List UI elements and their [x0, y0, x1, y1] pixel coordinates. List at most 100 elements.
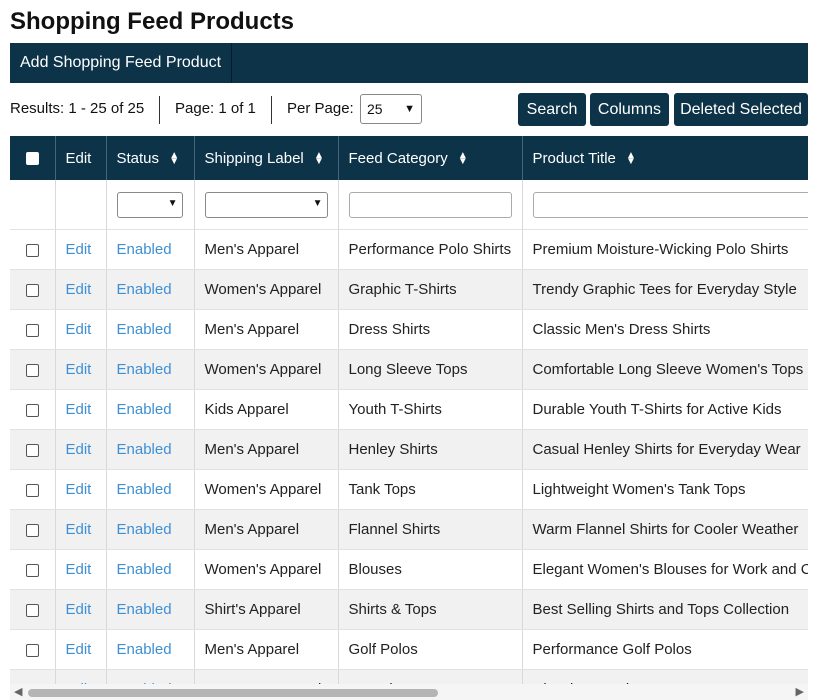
shipping-label-cell: Women's Apparel — [194, 269, 339, 310]
product-title-cell: Performance Golf Polos — [522, 629, 808, 670]
column-header-product-title[interactable]: Product Title ▲ ▼ — [522, 136, 808, 180]
search-button[interactable]: Search — [518, 93, 586, 126]
table-row: Edit Enabled Kids Apparel Youth T-Shirts Dur… — [10, 389, 808, 430]
results-count: Results: 1 - 25 of 25 — [10, 100, 145, 117]
edit-link[interactable]: Edit — [66, 521, 92, 538]
status-cell: Enabled — [106, 549, 195, 590]
products-table-container: Edit Status ▲ ▼ Shipping Label ▲ ▼ Feed Ca… — [10, 136, 808, 684]
status-link[interactable]: Enabled — [117, 521, 172, 538]
table-row: Edit Enabled Women's Apparel Graphic T-Shir… — [10, 269, 808, 310]
shipping-label-cell: Women's Apparel — [194, 549, 339, 590]
columns-button[interactable]: Columns — [590, 93, 669, 126]
row-checkbox[interactable] — [25, 283, 39, 297]
row-checkbox[interactable] — [25, 563, 39, 577]
status-cell: Enabled — [106, 269, 195, 310]
row-checkbox[interactable] — [25, 403, 39, 417]
status-link[interactable]: Enabled — [117, 601, 172, 618]
edit-link[interactable]: Edit — [66, 481, 92, 498]
shipping-label-cell: Men's Apparel — [194, 509, 339, 550]
column-header-edit: Edit — [55, 136, 107, 180]
product-title-cell: Best Selling Shirts and Tops Collection — [522, 589, 808, 630]
edit-link[interactable]: Edit — [66, 601, 92, 618]
scrollbar-thumb[interactable] — [28, 689, 438, 697]
status-link[interactable]: Enabled — [117, 281, 172, 298]
status-cell: Enabled — [106, 589, 195, 630]
scroll-left-icon[interactable]: ◀ — [14, 685, 22, 698]
row-checkbox[interactable] — [25, 243, 39, 257]
column-header-status[interactable]: Status ▲ ▼ — [106, 136, 195, 180]
status-link[interactable]: Enabled — [117, 361, 172, 378]
row-select-cell — [10, 389, 56, 430]
filter-row: ▼ ▼ — [10, 180, 808, 230]
shipping-label-cell: Men's Apparel — [194, 629, 339, 670]
select-all-checkbox[interactable] — [25, 152, 39, 166]
page-indicator: Page: 1 of 1 — [175, 100, 256, 117]
product-title-filter-input[interactable] — [532, 191, 808, 218]
chevron-down-icon: ▼ — [167, 197, 178, 209]
table-row: Edit Enabled Men's Apparel Dress Shirts Clas… — [10, 309, 808, 350]
row-checkbox[interactable] — [25, 603, 39, 617]
edit-cell: Edit — [55, 429, 107, 470]
row-select-cell — [10, 629, 56, 670]
status-link[interactable]: Enabled — [117, 441, 172, 458]
row-checkbox[interactable] — [25, 643, 39, 657]
status-cell: Enabled — [106, 229, 195, 270]
status-cell: Enabled — [106, 429, 195, 470]
edit-cell: Edit — [55, 269, 107, 310]
status-link[interactable]: Enabled — [117, 401, 172, 418]
status-link[interactable]: Enabled — [117, 321, 172, 338]
row-checkbox[interactable] — [25, 523, 39, 537]
feed-category-filter-input[interactable] — [348, 191, 512, 218]
horizontal-scrollbar[interactable]: ◀ ▶ — [10, 684, 808, 700]
row-checkbox[interactable] — [25, 323, 39, 337]
table-row: EditEnabledWomen's ApparelV-NeckClassic … — [10, 669, 808, 684]
edit-link[interactable]: Edit — [66, 401, 92, 418]
page-title: Shopping Feed Products — [10, 8, 295, 35]
edit-link[interactable]: Edit — [66, 281, 92, 298]
select-all-header — [10, 136, 56, 180]
filter-cell — [338, 180, 523, 230]
edit-cell: Edit — [55, 629, 107, 670]
product-title-cell: Lightweight Women's Tank Tops — [522, 469, 808, 510]
table-row: Edit Enabled Women's Apparel Tank Tops Light… — [10, 469, 808, 510]
status-filter-select[interactable]: ▼ — [116, 191, 183, 218]
edit-link[interactable]: Edit — [66, 641, 92, 658]
edit-link[interactable]: Edit — [66, 361, 92, 378]
table-row: Edit Enabled Men's Apparel Golf Polos Perfor… — [10, 629, 808, 670]
sort-icon: ▲ ▼ — [457, 149, 468, 167]
column-label: Feed Category — [348, 149, 448, 167]
feed-category-cell: Long Sleeve Tops — [338, 349, 523, 390]
scroll-right-icon[interactable]: ▶ — [796, 685, 804, 698]
column-header-feed-category[interactable]: Feed Category ▲ ▼ — [338, 136, 523, 180]
filter-cell — [55, 180, 107, 230]
add-product-button[interactable]: Add Shopping Feed Product — [10, 43, 233, 83]
product-title-cell: Classic V-Neck Tees — [522, 669, 808, 684]
edit-link[interactable]: Edit — [66, 441, 92, 458]
delete-selected-button[interactable]: Deleted Selected — [674, 93, 808, 126]
edit-cell: Edit — [55, 349, 107, 390]
status-link[interactable]: Enabled — [117, 561, 172, 578]
product-title-cell: Comfortable Long Sleeve Women's Tops — [522, 349, 808, 390]
edit-link[interactable]: Edit — [66, 561, 92, 578]
feed-category-cell: Graphic T-Shirts — [338, 269, 523, 310]
column-header-shipping-label[interactable]: Shipping Label ▲ ▼ — [194, 136, 339, 180]
column-label: Product Title — [532, 149, 616, 167]
shipping-label-filter-select[interactable]: ▼ — [204, 191, 328, 218]
row-select-cell — [10, 669, 56, 684]
row-checkbox[interactable] — [25, 443, 39, 457]
status-link[interactable]: Enabled — [117, 481, 172, 498]
product-title-cell: Classic Men's Dress Shirts — [522, 309, 808, 350]
table-row: Edit Enabled Women's Apparel Long Sleeve To… — [10, 349, 808, 390]
feed-category-cell: Flannel Shirts — [338, 509, 523, 550]
row-select-cell — [10, 349, 56, 390]
per-page-select[interactable]: 25 ▼ — [360, 94, 422, 124]
edit-link[interactable]: Edit — [66, 241, 92, 258]
row-checkbox[interactable] — [25, 363, 39, 377]
status-link[interactable]: Enabled — [117, 241, 172, 258]
shipping-label-cell: Men's Apparel — [194, 229, 339, 270]
row-checkbox[interactable] — [25, 483, 39, 497]
status-link[interactable]: Enabled — [117, 641, 172, 658]
feed-category-cell: Henley Shirts — [338, 429, 523, 470]
status-cell: Enabled — [106, 349, 195, 390]
edit-link[interactable]: Edit — [66, 321, 92, 338]
